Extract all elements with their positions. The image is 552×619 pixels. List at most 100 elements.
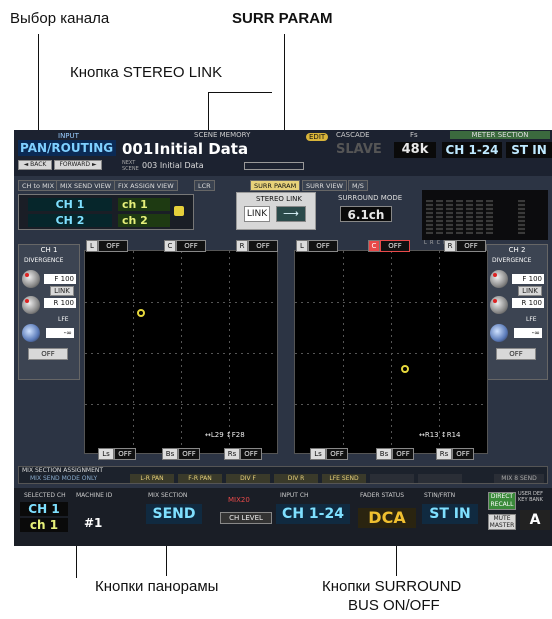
mix-slot[interactable]: MIX 8 SEND: [494, 474, 544, 483]
leader-stereo-link-h: [208, 92, 272, 93]
tab-m-s[interactable]: M/S: [348, 180, 368, 191]
console-screen: INPUT PAN/ROUTING ◄ BACK FORWARD ► SCENE…: [14, 130, 552, 546]
right-divergence-rear: R 100: [512, 298, 544, 308]
right-lfe-knob[interactable]: [490, 324, 508, 342]
pan-position-marker[interactable]: [401, 365, 409, 373]
meter-stin[interactable]: ST IN: [506, 142, 552, 158]
left-lfe-value: -∞: [46, 328, 74, 338]
mix-slot[interactable]: [370, 474, 414, 483]
left-divergence-front-knob[interactable]: [22, 270, 40, 288]
right-bus-rs-toggle[interactable]: OFF: [452, 448, 474, 460]
right-lfe-off-button[interactable]: OFF: [496, 348, 536, 360]
left-lfe-knob[interactable]: [22, 324, 40, 342]
left-divergence-link-button[interactable]: LINK: [50, 286, 74, 296]
tab-lcr[interactable]: LCR: [194, 180, 215, 191]
mix-slot[interactable]: F-R PAN: [178, 474, 222, 483]
left-lfe-off-button[interactable]: OFF: [28, 348, 68, 360]
left-bus-bs-button[interactable]: Bs: [162, 448, 178, 460]
fs-label: Fs: [410, 131, 418, 139]
scene-title[interactable]: Initial Data: [154, 140, 248, 158]
left-bus-ls-button[interactable]: Ls: [98, 448, 114, 460]
fader-status-value[interactable]: DCA: [358, 508, 416, 528]
surround-mode-label: SURROUND MODE: [338, 194, 403, 202]
left-lfe-label: LFE: [58, 316, 69, 323]
channel-select-ch2[interactable]: CH 2: [28, 214, 112, 227]
right-bus-ls-button[interactable]: Ls: [310, 448, 326, 460]
right-bus-rs-button[interactable]: Rs: [436, 448, 452, 460]
left-bus-rs-toggle[interactable]: OFF: [240, 448, 262, 460]
meter-lc: [466, 200, 473, 234]
stereo-link-arrow-button[interactable]: ⟶: [276, 206, 306, 222]
tab-surr-param[interactable]: SURR PARAM: [250, 180, 301, 191]
right-divergence-front-knob[interactable]: [490, 270, 508, 288]
next-label: NEXT SCENE: [122, 160, 139, 172]
left-bus-c-toggle[interactable]: OFF: [176, 240, 206, 252]
back-button[interactable]: ◄ BACK: [18, 160, 52, 170]
channel-select-ch1[interactable]: CH 1: [28, 198, 112, 211]
pan-field-left[interactable]: ↔L29 ↕F28: [84, 250, 278, 454]
right-bus-r-button[interactable]: R: [444, 240, 456, 252]
right-bus-l-toggle[interactable]: OFF: [308, 240, 338, 252]
pan-readout-right: ↔R13 ↕R14: [419, 431, 461, 439]
mix-slot[interactable]: L-R PAN: [130, 474, 174, 483]
left-bus-bs-toggle[interactable]: OFF: [178, 448, 200, 460]
left-bus-rs-button[interactable]: Rs: [224, 448, 240, 460]
tab-surr-view[interactable]: SURR VIEW: [302, 180, 347, 191]
right-bus-l-button[interactable]: L: [296, 240, 308, 252]
fader-status-label: FADER STATUS: [360, 492, 405, 499]
mix-slot[interactable]: LFE SEND: [322, 474, 366, 483]
left-bus-r-toggle[interactable]: OFF: [248, 240, 278, 252]
right-bus-c-button[interactable]: C: [368, 240, 380, 252]
left-divergence-rear-knob[interactable]: [22, 296, 40, 314]
cascade-value: SLAVE: [336, 142, 382, 157]
grid-line-v: [133, 251, 134, 453]
right-strip-divergence: DIVERGENCE: [492, 257, 532, 264]
direct-recall-button[interactable]: DIRECT RECALL: [488, 492, 516, 510]
tab-mix-send-view[interactable]: MIX SEND VIEW: [56, 180, 116, 191]
meter-channels[interactable]: CH 1-24: [442, 142, 502, 158]
right-bus-bs-toggle[interactable]: OFF: [392, 448, 414, 460]
left-bus-r-button[interactable]: R: [236, 240, 248, 252]
meter-section-label: METER SECTION: [450, 131, 550, 139]
user-def-value[interactable]: A: [520, 510, 550, 530]
right-divergence-link-button[interactable]: LINK: [518, 286, 542, 296]
right-bus-c-toggle[interactable]: OFF: [380, 240, 410, 252]
forward-button[interactable]: FORWARD ►: [54, 160, 102, 170]
right-divergence-rear-knob[interactable]: [490, 296, 508, 314]
mix-slot[interactable]: DIV R: [274, 474, 318, 483]
stin-value[interactable]: ST IN: [422, 504, 478, 524]
right-bus-bs-button[interactable]: Bs: [376, 448, 392, 460]
pan-position-marker[interactable]: [137, 309, 145, 317]
input-label: INPUT: [58, 132, 79, 140]
left-bus-l-button[interactable]: L: [86, 240, 98, 252]
tab-fix-assign-view[interactable]: FIX ASSIGN VIEW: [114, 180, 178, 191]
grid-line-v: [343, 251, 344, 453]
pan-field-right[interactable]: ↔R13 ↕R14: [294, 250, 488, 454]
right-bus-r-toggle[interactable]: OFF: [456, 240, 486, 252]
user-def-label: USER DEF KEY BANK: [518, 491, 543, 503]
function-name[interactable]: PAN/ROUTING: [18, 140, 116, 156]
channel-select-ch1-short: ch 1: [118, 198, 170, 211]
ch-level-button[interactable]: CH LEVEL: [220, 512, 272, 524]
right-bus-ls-toggle[interactable]: OFF: [326, 448, 348, 460]
mute-master-button[interactable]: MUTE MASTER: [488, 514, 516, 530]
callout-channel-select: Выбор канала: [10, 10, 110, 27]
grid-line-v: [181, 251, 182, 453]
callout-pan-buttons: Кнопки панорамы: [95, 578, 219, 595]
input-ch-value[interactable]: CH 1-24: [276, 504, 350, 524]
right-divergence-front: F 100: [512, 274, 544, 284]
fs-value: 48k: [394, 142, 436, 158]
left-divergence-rear: R 100: [44, 298, 76, 308]
mix-section-footer-value[interactable]: SEND: [146, 504, 202, 524]
meter-ls: [456, 200, 463, 234]
tab-ch-to-mix[interactable]: CH to MIX: [18, 180, 59, 191]
pair-link-icon: [174, 206, 184, 216]
stereo-link-button[interactable]: LINK: [244, 206, 270, 222]
mix-slot[interactable]: DIV F: [226, 474, 270, 483]
left-bus-l-toggle[interactable]: OFF: [98, 240, 128, 252]
left-bus-ls-toggle[interactable]: OFF: [114, 448, 136, 460]
left-bus-c-button[interactable]: C: [164, 240, 176, 252]
left-strip-divergence: DIVERGENCE: [24, 257, 64, 264]
pan-readout-left: ↔L29 ↕F28: [205, 431, 245, 439]
mix-slot[interactable]: [418, 474, 462, 483]
